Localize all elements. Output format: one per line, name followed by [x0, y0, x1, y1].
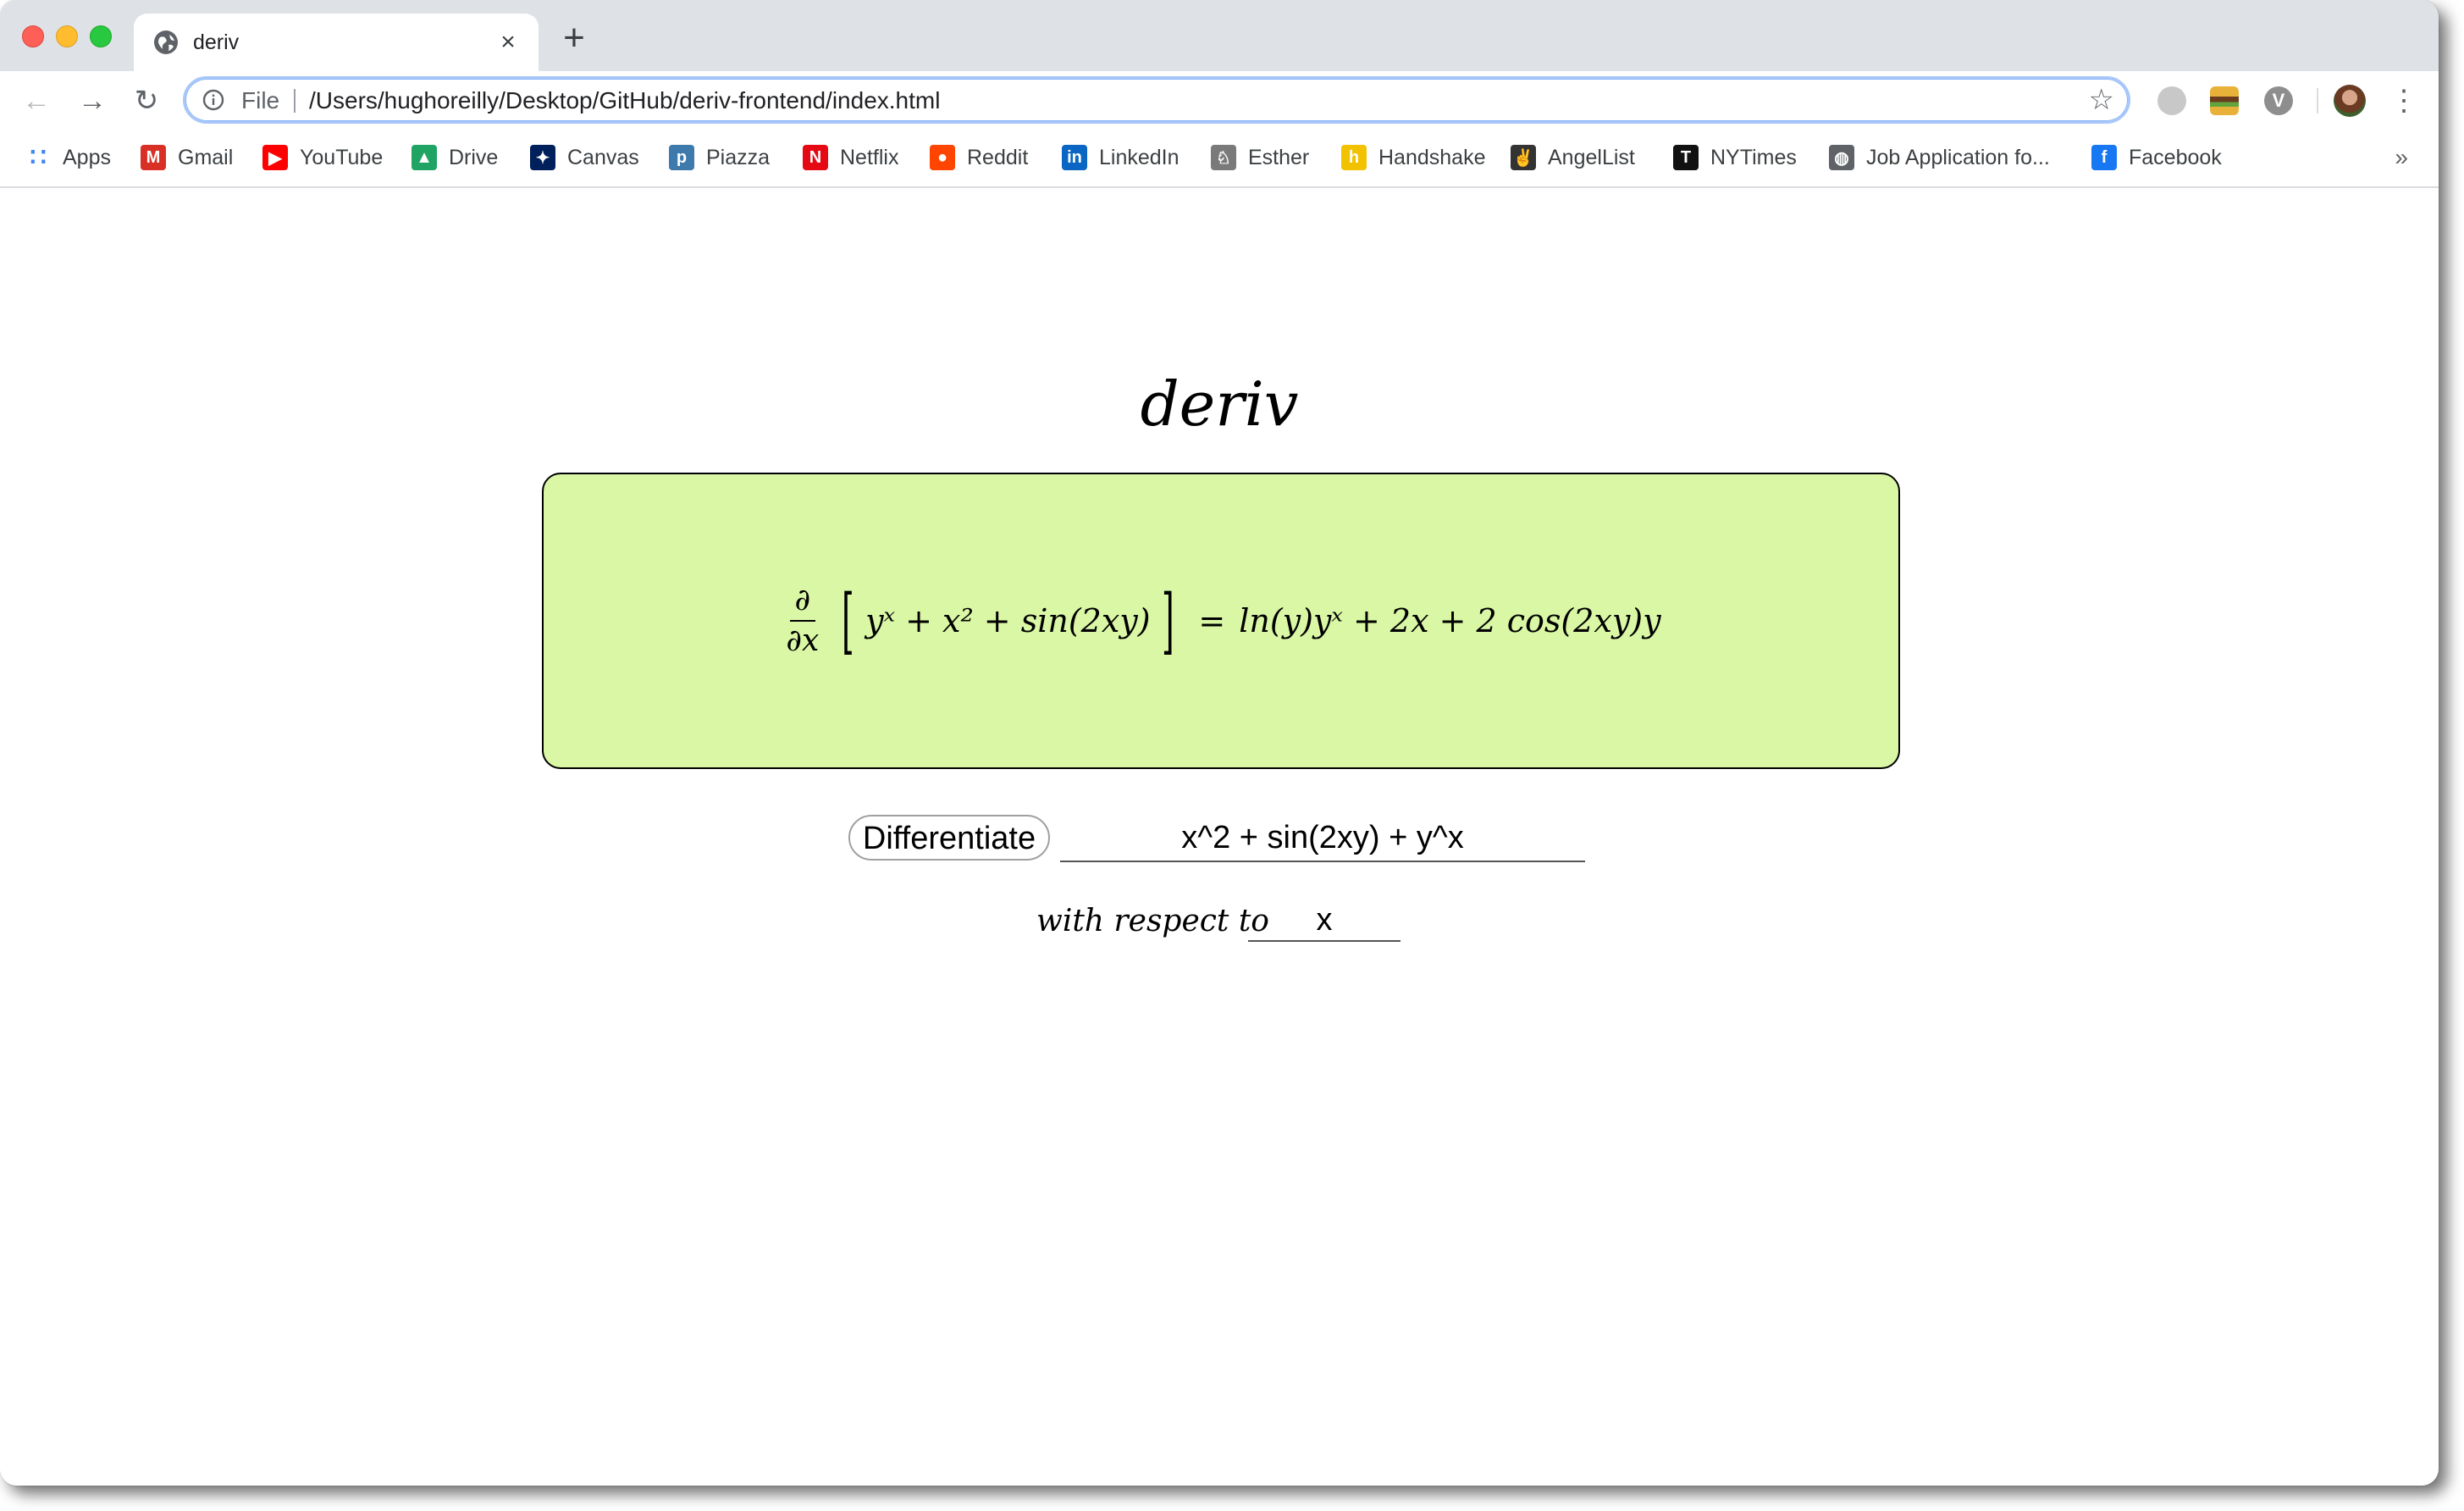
left-bracket: [: [842, 579, 855, 662]
minimize-window-button[interactable]: [56, 25, 78, 47]
bookmark-label: Apps: [63, 145, 111, 169]
tab-strip: deriv × +: [0, 0, 2439, 71]
bookmark-netflix[interactable]: N Netflix: [803, 142, 898, 173]
bookmark-youtube[interactable]: ▶ YouTube: [262, 142, 383, 173]
apps-grid-icon: ∷: [30, 143, 47, 172]
bookmark-angellist[interactable]: ✌ AngelList: [1511, 142, 1635, 173]
bookmark-drive[interactable]: ▲ Drive: [412, 142, 498, 173]
bookmark-nytimes[interactable]: T NYTimes: [1673, 142, 1797, 173]
reddit-icon: ●: [930, 145, 955, 170]
expression-input[interactable]: [1060, 815, 1585, 862]
bookmark-handshake[interactable]: h Handshake: [1341, 142, 1485, 173]
bookmark-label: Handshake: [1378, 145, 1486, 169]
bookmark-reddit[interactable]: ● Reddit: [930, 142, 1028, 173]
bookmarks-overflow-icon[interactable]: »: [2395, 142, 2408, 173]
bookmark-label: Gmail: [178, 145, 234, 169]
bookmark-label: Canvas: [567, 145, 639, 169]
gmail-icon: M: [141, 145, 166, 170]
maximize-window-button[interactable]: [90, 25, 112, 47]
drive-icon: ▲: [412, 145, 437, 170]
page-title: deriv: [1140, 368, 1299, 440]
new-tab-button[interactable]: +: [559, 19, 589, 57]
bookmark-esther[interactable]: ♘ Esther: [1211, 142, 1309, 173]
angellist-icon: ✌: [1511, 145, 1536, 170]
bookmark-star-icon[interactable]: ☆: [2089, 84, 2114, 116]
esther-icon: ♘: [1211, 145, 1236, 170]
bookmark-label: Piazza: [706, 145, 771, 169]
reload-button[interactable]: ↻: [130, 85, 163, 117]
profile-avatar[interactable]: [2334, 85, 2366, 117]
toolbar-divider: [2317, 88, 2318, 113]
input-expression: yˣ + x² + sin(2xy): [865, 602, 1151, 639]
operator-numerator: ∂: [789, 583, 816, 622]
equals-sign: =: [1198, 602, 1226, 639]
with-respect-to-label: with respect to: [1036, 904, 1269, 938]
bookmark-apps[interactable]: ∷ Apps: [25, 142, 111, 173]
circle-extension-icon[interactable]: [2157, 86, 2186, 115]
canvas-icon: ✦: [530, 145, 555, 170]
globe-icon: ◍: [1829, 145, 1854, 170]
address-separator: [294, 89, 296, 113]
derivative-result: ln(y)yˣ + 2x + 2 cos(2xy)y: [1239, 602, 1661, 639]
close-tab-icon[interactable]: ×: [494, 29, 522, 56]
bookmark-label: YouTube: [300, 145, 384, 169]
bookmark-job-application-fo[interactable]: ◍ Job Application fo...: [1829, 142, 2050, 173]
bookmark-gmail[interactable]: M Gmail: [141, 142, 233, 173]
bookmark-label: LinkedIn: [1099, 145, 1180, 169]
info-icon[interactable]: [202, 89, 224, 111]
tab-deriv[interactable]: deriv ×: [134, 14, 539, 71]
piazza-icon: p: [669, 145, 694, 170]
bookmark-label: Facebook: [2129, 145, 2222, 169]
globe-icon: [154, 30, 178, 54]
variable-input[interactable]: [1248, 899, 1401, 942]
bookmark-label: Esther: [1248, 145, 1310, 169]
tab-title: deriv: [193, 30, 240, 54]
right-bracket: ]: [1161, 579, 1174, 662]
page-content: deriv ∂ ∂x [ yˣ + x² + sin(2xy) ] = ln(y…: [0, 188, 2439, 1486]
v-extension-icon[interactable]: V: [2264, 86, 2293, 115]
bookmark-piazza[interactable]: p Piazza: [669, 142, 770, 173]
bookmark-label: AngelList: [1548, 145, 1635, 169]
partial-derivative-operator: ∂ ∂x: [781, 583, 824, 659]
facebook-icon: f: [2091, 145, 2117, 170]
bookmarks-bar: » ∷ Apps M Gmail ▶ YouTube ▲ Drive ✦ Canvas p Piazz…: [0, 130, 2439, 188]
back-button[interactable]: ←: [20, 85, 52, 117]
variable-row: with respect to: [0, 899, 2439, 950]
operator-denominator: ∂x: [786, 623, 820, 658]
result-panel: ∂ ∂x [ yˣ + x² + sin(2xy) ] = ln(y)yˣ + …: [542, 473, 1900, 769]
bookmark-linkedin[interactable]: in LinkedIn: [1062, 142, 1180, 173]
netflix-icon: N: [803, 145, 828, 170]
linkedin-icon: in: [1062, 145, 1087, 170]
youtube-icon: ▶: [262, 145, 288, 170]
forward-button[interactable]: →: [76, 85, 108, 117]
bookmark-label: Netflix: [840, 145, 899, 169]
browser-window: deriv × + ← → ↻ File /Users/hughoreilly/…: [0, 0, 2439, 1486]
menu-icon[interactable]: ⋮: [2389, 85, 2418, 117]
derivative-formula: ∂ ∂x [ yˣ + x² + sin(2xy) ] = ln(y)yˣ + …: [544, 474, 1898, 767]
bookmark-canvas[interactable]: ✦ Canvas: [530, 142, 639, 173]
bookmark-label: Drive: [449, 145, 499, 169]
address-bar[interactable]: File /Users/hughoreilly/Desktop/GitHub/d…: [183, 76, 2130, 124]
close-window-button[interactable]: [22, 25, 44, 47]
scheme-label: File: [241, 87, 280, 113]
bookmark-label: Job Application fo...: [1866, 145, 2050, 169]
nytimes-icon: T: [1673, 145, 1699, 170]
input-controls: Differentiate: [0, 815, 2439, 883]
url-text[interactable]: /Users/hughoreilly/Desktop/GitHub/deriv-…: [309, 87, 940, 114]
bookmark-facebook[interactable]: f Facebook: [2091, 142, 2222, 173]
bookmark-label: Reddit: [967, 145, 1029, 169]
differentiate-button[interactable]: Differentiate: [848, 815, 1050, 861]
bookmark-label: NYTimes: [1710, 145, 1797, 169]
browser-toolbar: ← → ↻ File /Users/hughoreilly/Desktop/Gi…: [0, 71, 2439, 130]
burger-extension-icon[interactable]: [2210, 86, 2239, 115]
handshake-icon: h: [1341, 145, 1367, 170]
